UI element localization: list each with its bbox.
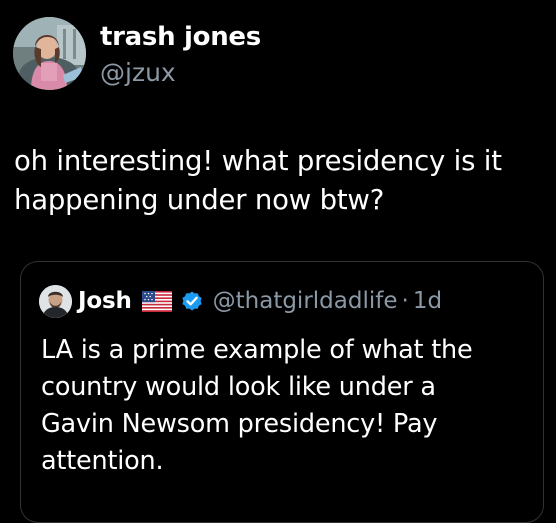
quoted-tweet-timestamp[interactable]: 1d (413, 288, 442, 314)
author-handle[interactable]: @jzux (100, 58, 176, 87)
author-avatar[interactable] (13, 17, 86, 90)
quoted-author-handle[interactable]: @thatgirldadlife (213, 288, 398, 314)
verified-badge-icon (180, 289, 204, 313)
tweet: trash jones @jzux oh interesting! what p… (0, 0, 556, 523)
separator-dot: · (401, 288, 409, 314)
quoted-tweet-card[interactable]: Josh @thatgirldadlife · 1d LA is a prime… (20, 261, 544, 523)
us-flag-icon (141, 290, 172, 312)
quoted-tweet-text: LA is a prime example of what the countr… (41, 335, 473, 476)
quoted-author-avatar[interactable] (39, 284, 72, 318)
tweet-text: oh interesting! what presidency is it ha… (14, 145, 502, 216)
author-name[interactable]: trash jones (100, 22, 261, 52)
quoted-author-name[interactable]: Josh (78, 288, 132, 314)
quoted-tweet-header: Josh @thatgirldadlife · 1d (39, 284, 442, 318)
